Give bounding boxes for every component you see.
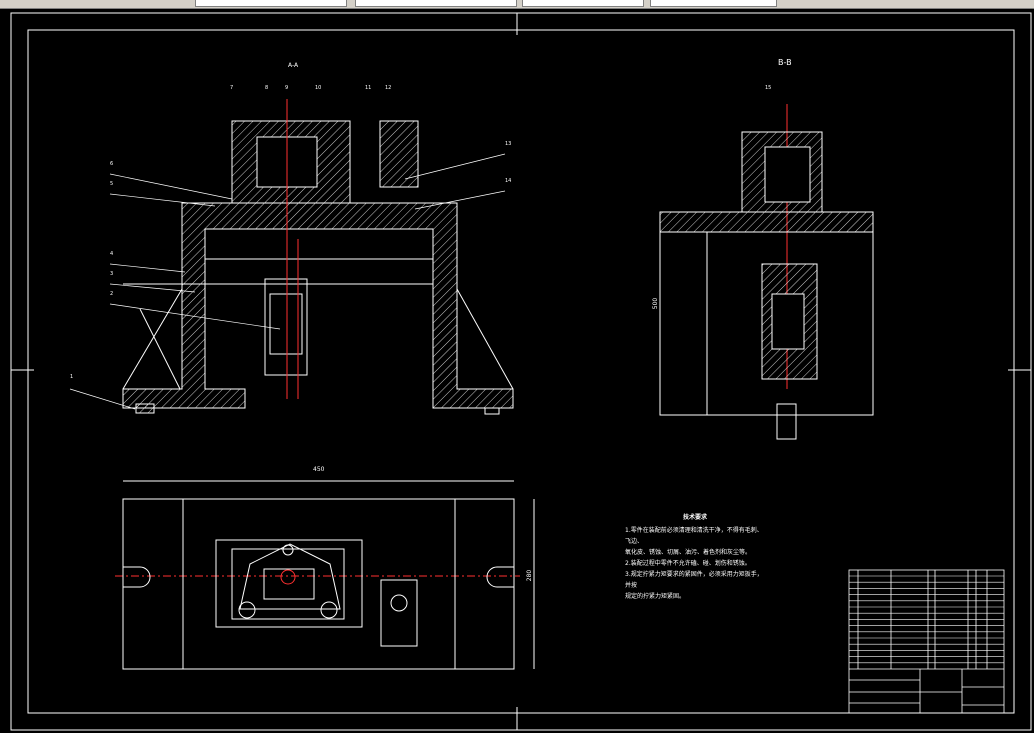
part-balloon: 12 (385, 85, 392, 91)
part-balloon: 15 (765, 85, 772, 91)
part-balloon: 1 (70, 374, 74, 380)
section-a-label: A-A (288, 62, 299, 69)
part-balloon: 9 (285, 85, 289, 91)
part-balloon: 3 (110, 271, 114, 277)
title-block (848, 569, 1005, 714)
drawing-canvas[interactable] (0, 9, 1034, 733)
part-balloon: 14 (505, 178, 512, 184)
part-balloon: 5 (110, 181, 114, 187)
part-balloon: 8 (265, 85, 269, 91)
part-balloon: 7 (230, 85, 234, 91)
note-line: 氧化皮、锈蚀、切屑、油污、着色剂和灰尘等。 (625, 549, 752, 556)
linetype-dropdown[interactable] (522, 0, 644, 7)
plan-view (122, 480, 535, 670)
toolbar (0, 0, 1034, 9)
note-line: 2.装配过程中零件不允许磕、碰、划伤和锈蚀。 (625, 560, 751, 567)
note-line: 1.零件在装配前必须清理和清洗干净，不得有毛刺、飞边、 (625, 527, 763, 545)
sheet-border (10, 12, 1032, 731)
section-a-view (122, 120, 514, 415)
color-dropdown[interactable] (355, 0, 517, 7)
technical-requirements: 技术要求 1.零件在装配前必须清理和清洗干净，不得有毛刺、飞边、 氧化皮、锈蚀、… (625, 512, 765, 602)
part-balloon: 13 (505, 141, 512, 147)
section-b-view (659, 131, 874, 440)
dim-width: 450 (313, 466, 325, 473)
drawing-frame (27, 29, 1015, 714)
section-b-label: B-B (778, 58, 792, 67)
lineweight-dropdown[interactable] (650, 0, 777, 7)
part-balloon: 4 (110, 251, 114, 257)
part-balloon: 2 (110, 291, 114, 297)
part-balloon: 11 (365, 85, 372, 91)
notes-title: 技术要求 (682, 514, 707, 521)
dim-height: 280 (526, 569, 534, 582)
note-line: 规定的拧紧力矩紧固。 (625, 593, 686, 600)
part-balloon: 10 (315, 85, 322, 91)
layer-dropdown[interactable] (195, 0, 347, 7)
part-balloon: 6 (110, 161, 114, 167)
dim-height-b: 500 (652, 297, 660, 310)
note-line: 3.规定拧紧力矩要求的紧固件，必须采用力矩扳手，并按 (625, 571, 763, 589)
